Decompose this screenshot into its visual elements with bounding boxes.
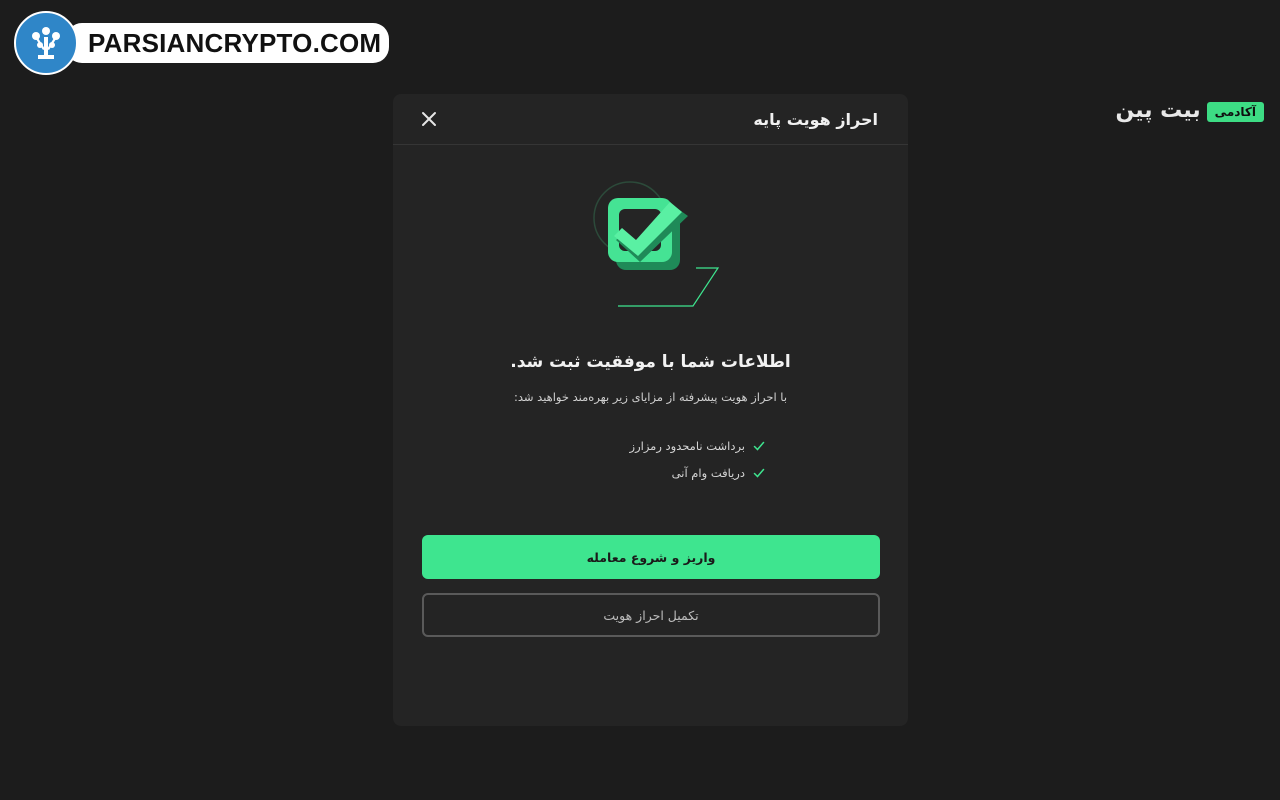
subtitle: با احراز هویت پیشرفته از مزایای زیر بهره… (513, 390, 788, 404)
benefit-label: دریافت وام آنی (671, 465, 745, 480)
watermark: PARSIANCRYPTO.COM (14, 11, 390, 75)
benefits-list: برداشت نامحدود رمزارز دریافت وام آنی (630, 432, 765, 486)
list-item: برداشت نامحدود رمزارز (630, 432, 765, 459)
benefit-label: برداشت نامحدود رمزارز (629, 438, 745, 453)
close-icon[interactable] (415, 105, 443, 133)
brand-logo: بیت پین آکادمی (1115, 98, 1264, 123)
check-icon (753, 468, 765, 478)
brand-badge: آکادمی (1206, 101, 1264, 122)
deposit-start-trading-button[interactable]: واریز و شروع معامله (422, 535, 880, 579)
check-icon (753, 441, 765, 451)
success-title: اطلاعات شما با موفقیت ثبت شد. (510, 352, 791, 372)
page: PARSIANCRYPTO.COM بیت پین آکادمی احراز ه… (0, 0, 1280, 800)
modal-header: احراز هویت پایه (393, 94, 908, 145)
watermark-text: PARSIANCRYPTO.COM (88, 27, 382, 58)
modal-title: احراز هویت پایه (753, 109, 878, 129)
checkbox-check-icon (578, 176, 728, 316)
kyc-modal: احراز هویت پایه اطلاعات شما با موفقیت ثب… (393, 94, 908, 726)
tree-logo-icon (14, 11, 78, 75)
watermark-pill: PARSIANCRYPTO.COM (66, 23, 390, 63)
brand-name: بیت پین (1115, 98, 1201, 123)
list-item: دریافت وام آنی (630, 459, 765, 486)
complete-verification-button[interactable]: تکمیل احراز هویت (422, 593, 880, 637)
